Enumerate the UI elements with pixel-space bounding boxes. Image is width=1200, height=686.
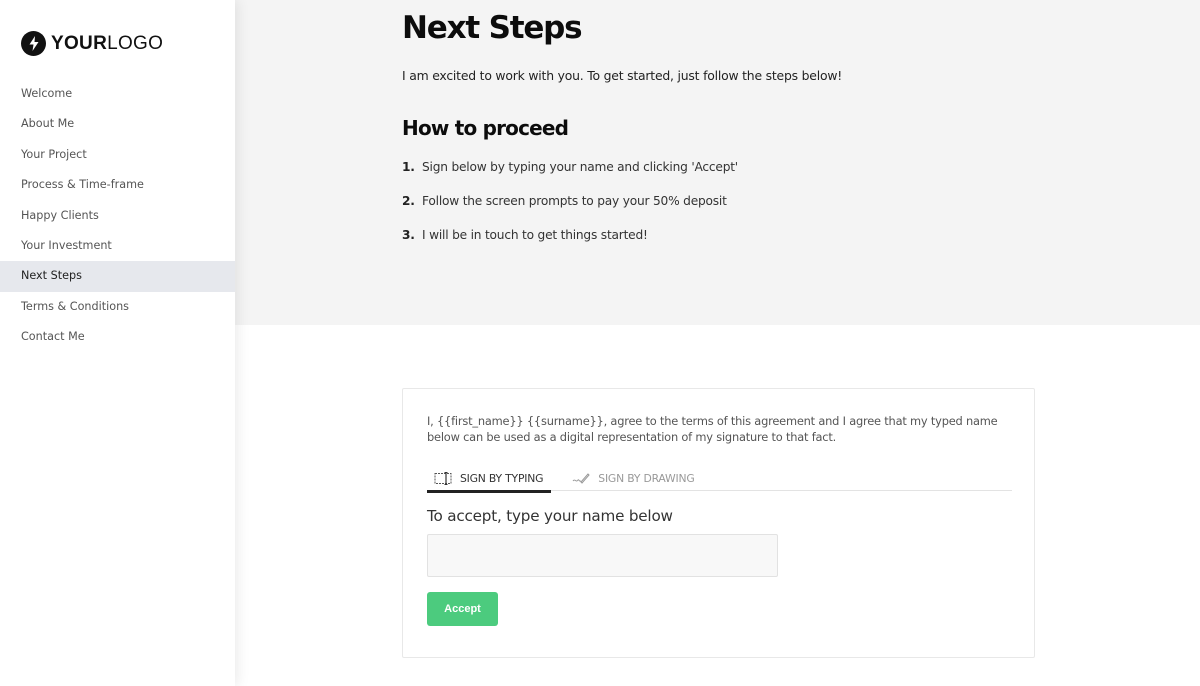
intro-text: I am excited to work with you. To get st… [402, 68, 843, 83]
sidebar-item-next-steps[interactable]: Next Steps [0, 261, 235, 292]
accept-button[interactable]: Accept [427, 592, 498, 626]
signature-name-input[interactable] [427, 534, 778, 577]
steps-list: 1. Sign below by typing your name and cl… [402, 160, 738, 262]
step-text: Sign below by typing your name and click… [422, 160, 738, 174]
sidebar-item-contact-me[interactable]: Contact Me [0, 322, 235, 352]
sidebar: YOURLOGO Welcome About Me Your Project P… [0, 0, 235, 686]
step-number: 1. [402, 160, 415, 174]
tab-label: SIGN BY TYPING [460, 471, 544, 485]
accept-instruction: To accept, type your name below [427, 507, 673, 525]
sidebar-item-terms-conditions[interactable]: Terms & Conditions [0, 292, 235, 322]
logo-text: YOURLOGO [51, 31, 163, 56]
logo-text-light: LOGO [107, 33, 164, 54]
signature-card: I, {{first_name}} {{surname}}, agree to … [402, 388, 1035, 658]
pen-signature-icon [572, 472, 590, 484]
section-title: How to proceed [402, 116, 569, 140]
logo[interactable]: YOURLOGO [21, 31, 163, 56]
step-item: 3. I will be in touch to get things star… [402, 228, 738, 262]
sidebar-item-welcome[interactable]: Welcome [0, 79, 235, 109]
text-cursor-icon [434, 471, 452, 485]
sidebar-item-about-me[interactable]: About Me [0, 109, 235, 139]
tab-sign-by-typing[interactable]: SIGN BY TYPING [427, 465, 552, 493]
logo-text-bold: YOUR [51, 33, 108, 54]
step-item: 1. Sign below by typing your name and cl… [402, 160, 738, 194]
step-number: 3. [402, 228, 415, 242]
sidebar-item-your-investment[interactable]: Your Investment [0, 231, 235, 261]
sidebar-item-your-project[interactable]: Your Project [0, 140, 235, 170]
tab-label: SIGN BY DRAWING [598, 471, 695, 485]
lightning-bolt-icon [21, 31, 46, 56]
step-text: Follow the screen prompts to pay your 50… [422, 194, 727, 208]
sidebar-nav: Welcome About Me Your Project Process & … [0, 79, 235, 353]
sidebar-item-process-time-frame[interactable]: Process & Time-frame [0, 170, 235, 200]
sidebar-item-happy-clients[interactable]: Happy Clients [0, 201, 235, 231]
page-title: Next Steps [402, 10, 583, 46]
signature-tabs: SIGN BY TYPING SIGN BY DRAWING [427, 465, 1012, 493]
step-number: 2. [402, 194, 415, 208]
step-text: I will be in touch to get things started… [422, 228, 648, 242]
agreement-text: I, {{first_name}} {{surname}}, agree to … [427, 414, 998, 444]
step-item: 2. Follow the screen prompts to pay your… [402, 194, 738, 228]
tab-sign-by-drawing[interactable]: SIGN BY DRAWING [565, 465, 702, 491]
